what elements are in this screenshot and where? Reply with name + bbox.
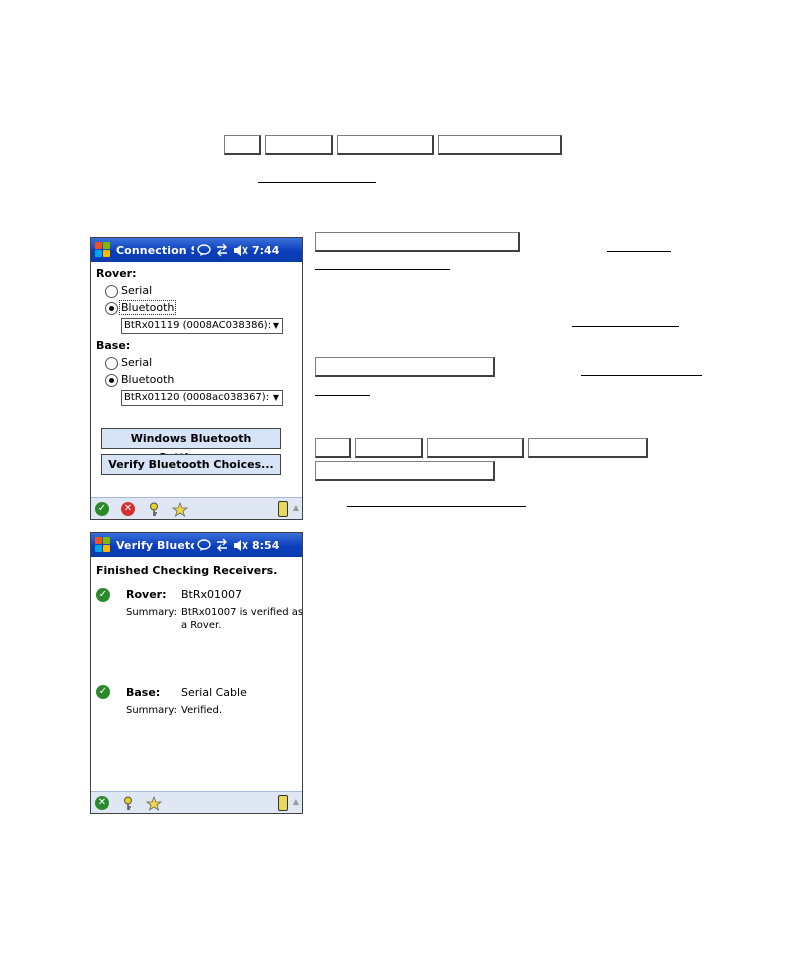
connection-settings-content: Rover: Serial Bluetooth BtRx01119 (0008A… bbox=[91, 262, 302, 497]
doc-step-box-2 bbox=[315, 357, 495, 377]
base-bluetooth-label[interactable]: Bluetooth bbox=[121, 373, 174, 386]
title-bar: Connection Set 7:44 bbox=[91, 238, 302, 262]
results-heading: Finished Checking Receivers. bbox=[96, 564, 278, 577]
rover-summary-label: Summary: bbox=[126, 607, 177, 618]
rover-bluetooth-label[interactable]: Bluetooth bbox=[119, 300, 177, 315]
base-summary-label: Summary: bbox=[126, 705, 177, 716]
doc-nav2-box-2 bbox=[355, 438, 423, 458]
dropdown-arrow-icon[interactable]: ▼ bbox=[270, 391, 282, 405]
base-serial-radio[interactable] bbox=[105, 357, 118, 370]
rover-label: Rover: bbox=[126, 588, 167, 601]
doc-link-3[interactable] bbox=[315, 269, 450, 270]
check-icon[interactable]: ✓ bbox=[94, 501, 110, 517]
windows-start-icon[interactable] bbox=[94, 536, 112, 554]
base-value: Serial Cable bbox=[181, 686, 247, 699]
cancel-icon[interactable]: ✕ bbox=[120, 501, 136, 517]
sip-arrow-icon[interactable]: ▲ bbox=[293, 503, 299, 512]
rover-serial-label[interactable]: Serial bbox=[121, 284, 152, 297]
connectivity-icon[interactable] bbox=[214, 537, 230, 553]
rover-summary-line1: BtRx01007 is verified as bbox=[181, 607, 303, 618]
connectivity-icon[interactable] bbox=[214, 242, 230, 258]
rover-bluetooth-radio[interactable] bbox=[105, 302, 118, 315]
doc-link-7[interactable] bbox=[347, 506, 526, 507]
help-key-icon[interactable] bbox=[120, 795, 136, 811]
messaging-icon[interactable] bbox=[196, 242, 212, 258]
help-key-icon[interactable] bbox=[146, 501, 162, 517]
base-summary-value: Verified. bbox=[181, 705, 223, 716]
doc-nav-box-1 bbox=[224, 135, 261, 155]
clock[interactable]: 7:44 bbox=[252, 244, 279, 257]
close-icon[interactable]: ✕ bbox=[94, 795, 110, 811]
rover-serial-radio[interactable] bbox=[105, 285, 118, 298]
clock[interactable]: 8:54 bbox=[252, 539, 279, 552]
rover-value: BtRx01007 bbox=[181, 588, 243, 601]
window-title: Connection Set bbox=[116, 243, 194, 257]
base-device-value: BtRx01120 (0008ac038367):: bbox=[124, 392, 273, 403]
windows-start-icon[interactable] bbox=[94, 241, 112, 259]
base-label: Base: bbox=[96, 339, 131, 352]
base-bluetooth-radio[interactable] bbox=[105, 374, 118, 387]
volume-icon[interactable] bbox=[232, 537, 248, 553]
rover-device-value: BtRx01119 (0008AC038386): bbox=[124, 320, 272, 331]
verify-bluetooth-choices-button[interactable]: Verify Bluetooth Choices... bbox=[101, 454, 281, 475]
base-label: Base: bbox=[126, 686, 161, 699]
base-verified-icon: ✓ bbox=[96, 685, 110, 699]
doc-nav-box-4 bbox=[438, 135, 562, 155]
doc-step-box-1 bbox=[315, 232, 520, 252]
rover-device-select[interactable]: BtRx01119 (0008AC038386): ▼ bbox=[121, 318, 283, 334]
doc-nav-box-3 bbox=[337, 135, 434, 155]
verify-bluetooth-screen: Verify Bluetoot 8:54 Finished Checking R… bbox=[90, 532, 303, 814]
command-bar: ✕ ▲ bbox=[91, 791, 302, 813]
volume-icon[interactable] bbox=[232, 242, 248, 258]
doc-link-6[interactable] bbox=[315, 395, 370, 396]
doc-link-4[interactable] bbox=[572, 326, 679, 327]
title-bar: Verify Bluetoot 8:54 bbox=[91, 533, 302, 557]
star-icon[interactable] bbox=[146, 795, 162, 811]
doc-nav2-box-1 bbox=[315, 438, 351, 458]
doc-nav-box-2 bbox=[265, 135, 333, 155]
doc-link-1[interactable] bbox=[258, 182, 376, 183]
connection-settings-screen: Connection Set 7:44 Rover: Serial Blueto… bbox=[90, 237, 303, 520]
receiver-icon[interactable] bbox=[278, 501, 288, 517]
doc-nav2-box-4 bbox=[528, 438, 648, 458]
windows-bluetooth-settings-button[interactable]: Windows Bluetooth Settings... bbox=[101, 428, 281, 464]
doc-nav2-box-3 bbox=[427, 438, 524, 458]
base-serial-label[interactable]: Serial bbox=[121, 356, 152, 369]
doc-link-5[interactable] bbox=[581, 375, 702, 376]
messaging-icon[interactable] bbox=[196, 537, 212, 553]
command-bar: ✓ ✕ ▲ bbox=[91, 497, 302, 519]
dropdown-arrow-icon[interactable]: ▼ bbox=[270, 319, 282, 333]
rover-label: Rover: bbox=[96, 267, 137, 280]
rover-summary-line2: a Rover. bbox=[181, 620, 222, 631]
doc-link-2[interactable] bbox=[607, 251, 671, 252]
base-device-select[interactable]: BtRx01120 (0008ac038367):: ▼ bbox=[121, 390, 283, 406]
star-icon[interactable] bbox=[172, 501, 188, 517]
rover-verified-icon: ✓ bbox=[96, 588, 110, 602]
sip-arrow-icon[interactable]: ▲ bbox=[293, 797, 299, 806]
receiver-icon[interactable] bbox=[278, 795, 288, 811]
doc-nav2-box-5 bbox=[315, 461, 495, 481]
window-title: Verify Bluetoot bbox=[116, 538, 194, 552]
verify-results-content: Finished Checking Receivers. ✓ Rover: Bt… bbox=[91, 557, 302, 791]
